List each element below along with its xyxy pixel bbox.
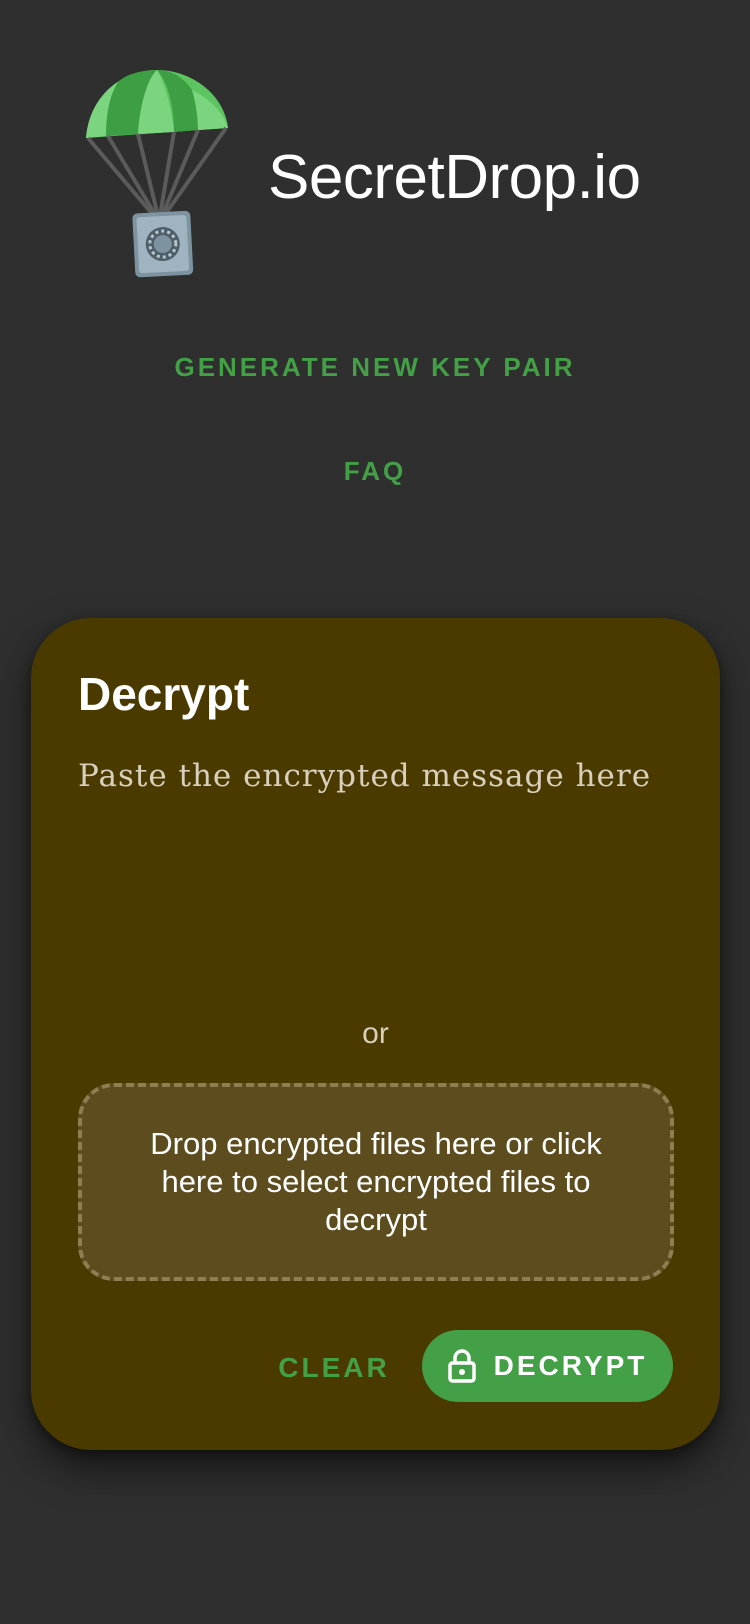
lock-icon [447, 1349, 476, 1383]
generate-key-pair-link[interactable]: GENERATE NEW KEY PAIR [0, 350, 750, 384]
file-drop-zone[interactable]: Drop encrypted files here or click here … [78, 1083, 674, 1281]
drop-zone-text: Drop encrypted files here or click here … [150, 1126, 602, 1237]
app-header: SecretDrop.io [0, 0, 750, 300]
decrypt-button-label: DECRYPT [493, 1350, 648, 1381]
clear-button[interactable]: CLEAR [264, 1345, 404, 1391]
app-title: SecretDrop.io [268, 143, 641, 212]
decrypt-button[interactable]: DECRYPT [422, 1330, 673, 1402]
or-separator: or [362, 1017, 389, 1050]
faq-link[interactable]: FAQ [0, 454, 750, 488]
decrypt-card-title: Decrypt [78, 668, 250, 720]
encrypted-message-input[interactable] [78, 754, 674, 974]
decrypt-card: Decrypt or Drop encrypted files here or … [31, 618, 720, 1450]
parachute-safe-logo [86, 70, 228, 278]
